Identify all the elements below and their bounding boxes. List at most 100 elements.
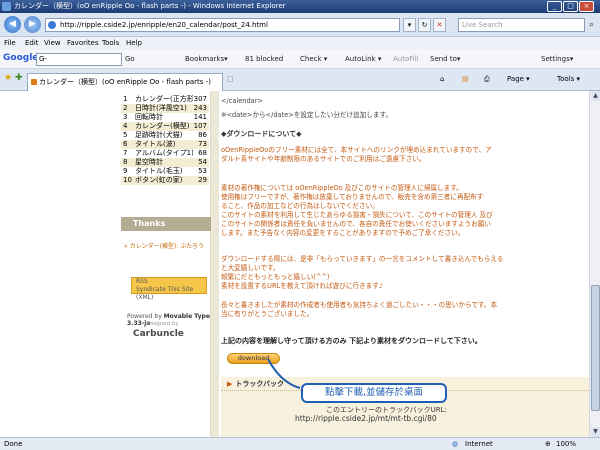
search-icon[interactable]: ⌕ [585, 18, 598, 32]
scroll-down-arrow[interactable]: ▼ [591, 427, 600, 437]
zoom-level[interactable]: 100% [556, 438, 576, 450]
refresh-button[interactable]: ↻ [418, 18, 431, 32]
p3-line: 頻繁にだともっともっと嬉しい(^^) [221, 273, 330, 281]
menu-favorites[interactable]: Favorites [67, 39, 99, 47]
category-name: 回転時計 [135, 113, 163, 121]
category-count: 141 [193, 113, 207, 121]
category-count: 53 [198, 167, 207, 175]
download-heading: ◆ダウンロードについて◆ [221, 130, 302, 138]
p2-line: します。また予告なく内容の変更をすることがありますので予めご了承ください。 [221, 229, 465, 237]
category-name: カレンダー(横型) [135, 122, 190, 130]
menu-view[interactable]: View [44, 39, 61, 47]
google-toolbar: Google G- Go Bookmarks▾ 81 blocked Check… [0, 50, 600, 69]
google-search-input[interactable]: G- [36, 53, 122, 66]
arrow-right-icon: ▶ [227, 380, 233, 388]
category-rank: 1 [123, 95, 128, 103]
p3-line: ダウンロードする際には、是非「もらっていきます」の一言をコメントして書き込んでも… [221, 255, 504, 263]
category-row[interactable]: 1 カレンダー(正方形) 307 [121, 95, 209, 104]
page-icon [48, 21, 56, 29]
category-count: 73 [198, 140, 207, 148]
autolink-button[interactable]: AutoLink ▾ [345, 55, 381, 63]
google-search-value: G- [39, 55, 47, 63]
settings-button[interactable]: Settings▾ [541, 55, 573, 63]
popup-blocked-button[interactable]: 81 blocked [245, 55, 283, 63]
tools-menu[interactable]: Tools ▾ [557, 75, 580, 83]
category-count: 54 [198, 158, 207, 166]
p2-line: このサイトの素材を利用して生じたあらゆる損害・損失について、このサイトの管理人 … [221, 211, 493, 219]
scrollbar-thumb[interactable] [591, 285, 600, 411]
page-menu[interactable]: Page ▾ [507, 75, 530, 83]
security-zone: Internet [465, 440, 493, 448]
category-rank: 8 [123, 158, 128, 166]
back-arrow-icon: ◀ [9, 19, 16, 29]
rss-subtitle: Syndicate This Site (XML) [136, 286, 194, 301]
p3-line: 素材を設置するURLを教えて頂ければ遊びに行きます♪ [221, 282, 384, 290]
autofill-button[interactable]: AutoFill [393, 55, 419, 63]
download-button[interactable]: download [227, 353, 280, 364]
add-favorite-icon[interactable]: ✚ [15, 73, 23, 83]
rss-label: RSS [136, 278, 148, 285]
category-count: 29 [198, 176, 207, 184]
menu-file[interactable]: File [4, 39, 16, 47]
google-logo: Google [3, 53, 39, 63]
tab-favicon [31, 79, 37, 85]
address-dropdown[interactable]: ▾ [403, 18, 416, 32]
thanks-comment-link[interactable]: » カレンダー(横型): ぶたろう [124, 241, 204, 250]
google-go-button[interactable]: Go [125, 55, 135, 63]
category-row[interactable]: 9 タイトル(毛玉) 53 [121, 167, 209, 176]
tab-row: ★ ✚ カレンダー（横型）(oO enRipple Oo - flash par… [0, 69, 600, 91]
download-notice: 上記の内容を理解し守って頂ける方のみ 下記より素材をダウンロードして下さい。 [221, 337, 482, 345]
category-row[interactable]: 4 カレンダー(横型) 107 [121, 122, 209, 131]
category-rank: 7 [123, 149, 128, 157]
category-count: 243 [193, 104, 207, 112]
p3-line: と大変嬉しいです。 [221, 264, 280, 272]
maximize-button[interactable]: □ [563, 1, 578, 12]
category-name: タイトル(毛玉) [135, 167, 183, 175]
home-icon[interactable]: ⌂ [440, 75, 444, 83]
category-row[interactable]: 10 ボタン(虹の家) 29 [121, 176, 209, 185]
category-name: 星空時計 [135, 158, 163, 166]
stop-icon: ✕ [436, 21, 443, 29]
category-row[interactable]: 8 星空時計 54 [121, 158, 209, 167]
powered-prefix: Powered by [127, 313, 164, 320]
forward-button[interactable]: ▶ [24, 16, 41, 33]
scroll-up-arrow[interactable]: ▲ [591, 91, 600, 101]
favorites-star-icon[interactable]: ★ [4, 73, 12, 83]
back-button[interactable]: ◀ [4, 16, 21, 33]
column-divider [211, 91, 219, 437]
close-button[interactable]: × [579, 1, 594, 12]
spell-check-button[interactable]: Check ▾ [300, 55, 327, 63]
send-to-button[interactable]: Send to▾ [430, 55, 460, 63]
new-tab-button[interactable]: □ [227, 75, 234, 83]
menu-help[interactable]: Help [126, 39, 142, 47]
bookmarks-button[interactable]: Bookmarks▾ [185, 55, 228, 63]
menu-bar: File Edit View Favorites Tools Help [0, 37, 600, 50]
calendar-close-tag: </calendar> [221, 97, 263, 105]
tab-current-page[interactable]: カレンダー（横型）(oO enRipple Oo - flash parts -… [27, 73, 223, 91]
category-row[interactable]: 7 アルバム(タイプ1) 68 [121, 149, 209, 158]
minimize-button[interactable]: _ [547, 1, 562, 12]
print-icon[interactable]: ⎙ [484, 75, 490, 84]
live-search-input[interactable]: Live Search ⌕ [458, 18, 594, 32]
vertical-scrollbar[interactable]: ▲ ▼ [589, 91, 600, 437]
sidebar: 1 カレンダー(正方形) 307 2 日時計(洋風空1) 243 3 回転時計 141 4 カレンダ… [121, 91, 211, 437]
category-name: 足跡時計(犬猫) [135, 131, 183, 139]
title-bar: カレンダー（横型）(oO enRipple Oo - flash parts -… [0, 0, 600, 13]
category-row[interactable]: 3 回転時計 141 [121, 113, 209, 122]
designed-by: designed by [145, 321, 179, 327]
thanks-comments-heading: Thanks Comments [121, 217, 211, 242]
category-row[interactable]: 5 足跡時計(犬猫) 86 [121, 131, 209, 140]
category-row[interactable]: 2 日時計(洋風空1) 243 [121, 104, 209, 113]
menu-tools[interactable]: Tools [102, 39, 119, 47]
zoom-icon: ⊕ [545, 440, 551, 448]
rss-badge[interactable]: RSS Syndicate This Site (XML) [131, 277, 207, 301]
address-bar[interactable]: http://ripple.cside2.jp/enripple/en20_ca… [45, 18, 400, 32]
category-row[interactable]: 6 タイトル(波) 73 [121, 140, 209, 149]
carbuncle-logo[interactable]: Carbuncle [133, 329, 184, 339]
category-name: タイトル(波) [135, 140, 176, 148]
menu-edit[interactable]: Edit [25, 39, 39, 47]
rss-feed-icon[interactable]: ▤ [462, 75, 469, 83]
category-count: 307 [193, 95, 207, 103]
stop-button[interactable]: ✕ [433, 18, 446, 32]
category-count: 68 [198, 149, 207, 157]
